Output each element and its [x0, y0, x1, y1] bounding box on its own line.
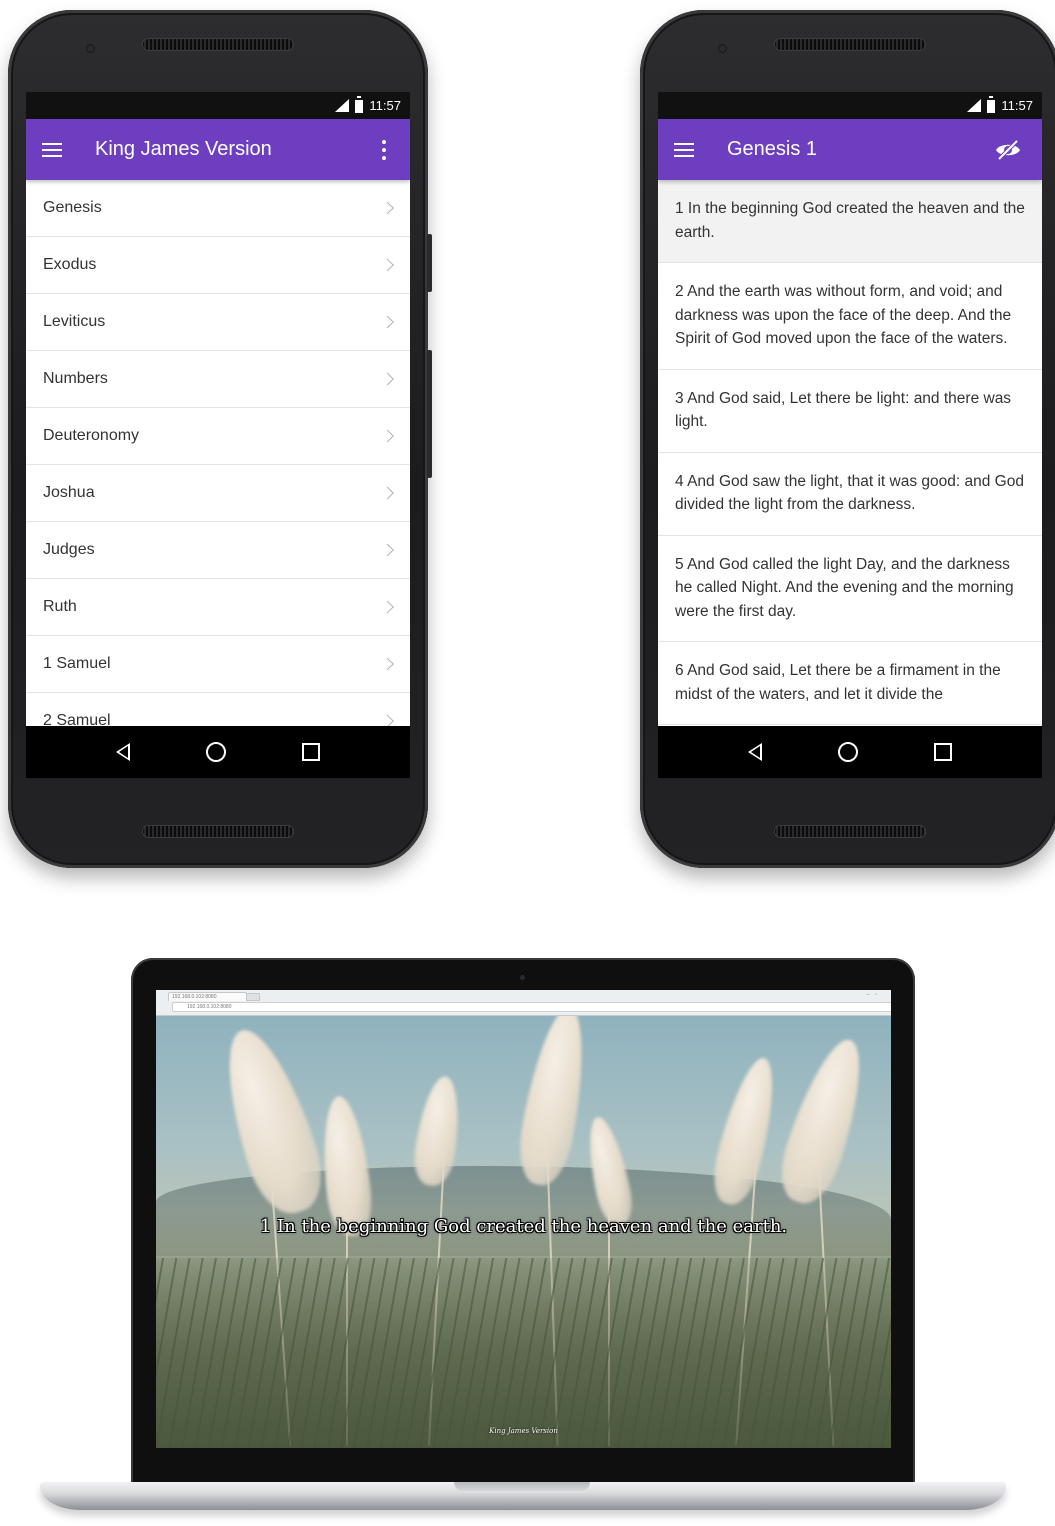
app-title: King James Version [95, 138, 272, 160]
app-title: Genesis 1 [727, 138, 818, 160]
status-bar: 11:57 [658, 92, 1042, 119]
speaker-grille-top [774, 38, 926, 51]
browser-chrome: 192.168.0.102:8080 –▫ 192.168.0.102:8080 [156, 990, 891, 1016]
navigation-bar [658, 726, 1042, 778]
front-camera [718, 44, 727, 53]
battery-icon [355, 96, 364, 113]
app-bar: King James Version [26, 119, 410, 180]
book-list-item[interactable]: Judges [26, 522, 410, 579]
verse-item[interactable]: 1 In the beginning God created the heave… [658, 180, 1042, 263]
speaker-grille-top [142, 38, 294, 51]
status-time: 11:57 [369, 98, 401, 113]
overflow-menu-icon[interactable] [372, 119, 396, 180]
home-icon[interactable] [838, 742, 858, 762]
right-phone: 11:57 Genesis 1 1 In the beginning God c… [640, 10, 1055, 868]
laptop-notch [454, 1482, 590, 1491]
chevron-right-icon [381, 429, 394, 443]
hamburger-menu-icon[interactable] [672, 119, 696, 180]
verse-item[interactable]: 6 And God said, Let there be a firmament… [658, 642, 1042, 725]
book-list-item[interactable]: Deuteronomy [26, 408, 410, 465]
book-name: Numbers [43, 370, 108, 387]
new-tab-button[interactable] [246, 993, 260, 1001]
book-list-item[interactable]: Ruth [26, 579, 410, 636]
speaker-grille-bottom [142, 825, 294, 838]
recents-icon[interactable] [934, 743, 952, 761]
signal-icon [335, 99, 350, 112]
book-name: Exodus [43, 256, 97, 273]
verse-item[interactable]: 4 And God saw the light, that it was goo… [658, 453, 1042, 536]
right-phone-screen: 11:57 Genesis 1 1 In the beginning God c… [658, 92, 1042, 778]
verse-item[interactable]: 2 And the earth was without form, and vo… [658, 263, 1042, 370]
book-name: 1 Samuel [43, 655, 111, 672]
chevron-right-icon [381, 543, 394, 557]
chevron-right-icon [381, 372, 394, 386]
eye-off-icon[interactable] [994, 119, 1022, 180]
version-watermark: King James Version [489, 1427, 558, 1435]
laptop-screen: 192.168.0.102:8080 –▫ 192.168.0.102:8080… [156, 990, 891, 1448]
verse-item[interactable]: 3 And God said, Let there be light: and … [658, 370, 1042, 453]
address-bar[interactable]: 192.168.0.102:8080 [172, 1002, 891, 1012]
browser-tab[interactable]: 192.168.0.102:8080 [168, 992, 247, 1001]
window-controls[interactable]: –▫ [866, 991, 883, 999]
laptop-base [40, 1482, 1006, 1510]
speaker-grille-bottom [774, 825, 926, 838]
verse-caption: 1 In the beginning God created the heave… [259, 1216, 788, 1237]
app-bar: Genesis 1 [658, 119, 1042, 180]
book-list: Genesis Exodus Leviticus Numbers Deuteronomy… [26, 180, 410, 750]
chevron-right-icon [381, 315, 394, 329]
volume-button [427, 234, 432, 292]
chevron-right-icon [381, 657, 394, 671]
book-name: Judges [43, 541, 95, 558]
book-name: Joshua [43, 484, 95, 501]
battery-icon [987, 96, 996, 113]
book-name: Ruth [43, 598, 77, 615]
book-name: Genesis [43, 199, 102, 216]
front-camera [86, 44, 95, 53]
wallpaper-image: 1 In the beginning God created the heave… [156, 1016, 891, 1448]
chevron-right-icon [381, 600, 394, 614]
signal-icon [967, 99, 982, 112]
home-icon[interactable] [206, 742, 226, 762]
book-list-item[interactable]: Exodus [26, 237, 410, 294]
laptop-lid: 192.168.0.102:8080 –▫ 192.168.0.102:8080… [131, 958, 915, 1488]
status-bar: 11:57 [26, 92, 410, 119]
power-button [427, 350, 432, 478]
book-list-item[interactable]: Leviticus [26, 294, 410, 351]
book-name: Leviticus [43, 313, 106, 330]
verse-item[interactable]: 5 And God called the light Day, and the … [658, 536, 1042, 642]
verse-list: 1 In the beginning God created the heave… [658, 180, 1042, 725]
back-icon[interactable] [116, 743, 130, 761]
chevron-right-icon [381, 258, 394, 272]
book-name: Deuteronomy [43, 427, 140, 444]
book-list-item[interactable]: 1 Samuel [26, 636, 410, 693]
book-list-item[interactable]: Genesis [26, 180, 410, 237]
hamburger-menu-icon[interactable] [40, 119, 64, 180]
book-list-item[interactable]: Numbers [26, 351, 410, 408]
status-time: 11:57 [1001, 98, 1033, 113]
navigation-bar [26, 726, 410, 778]
back-icon[interactable] [748, 743, 762, 761]
recents-icon[interactable] [302, 743, 320, 761]
chevron-right-icon [381, 486, 394, 500]
book-list-item[interactable]: Joshua [26, 465, 410, 522]
chevron-right-icon [381, 201, 394, 215]
laptop-camera [520, 975, 525, 980]
left-phone-screen: 11:57 King James Version Genesis Exodus Le… [26, 92, 410, 778]
left-phone: 11:57 King James Version Genesis Exodus Le… [8, 10, 432, 868]
